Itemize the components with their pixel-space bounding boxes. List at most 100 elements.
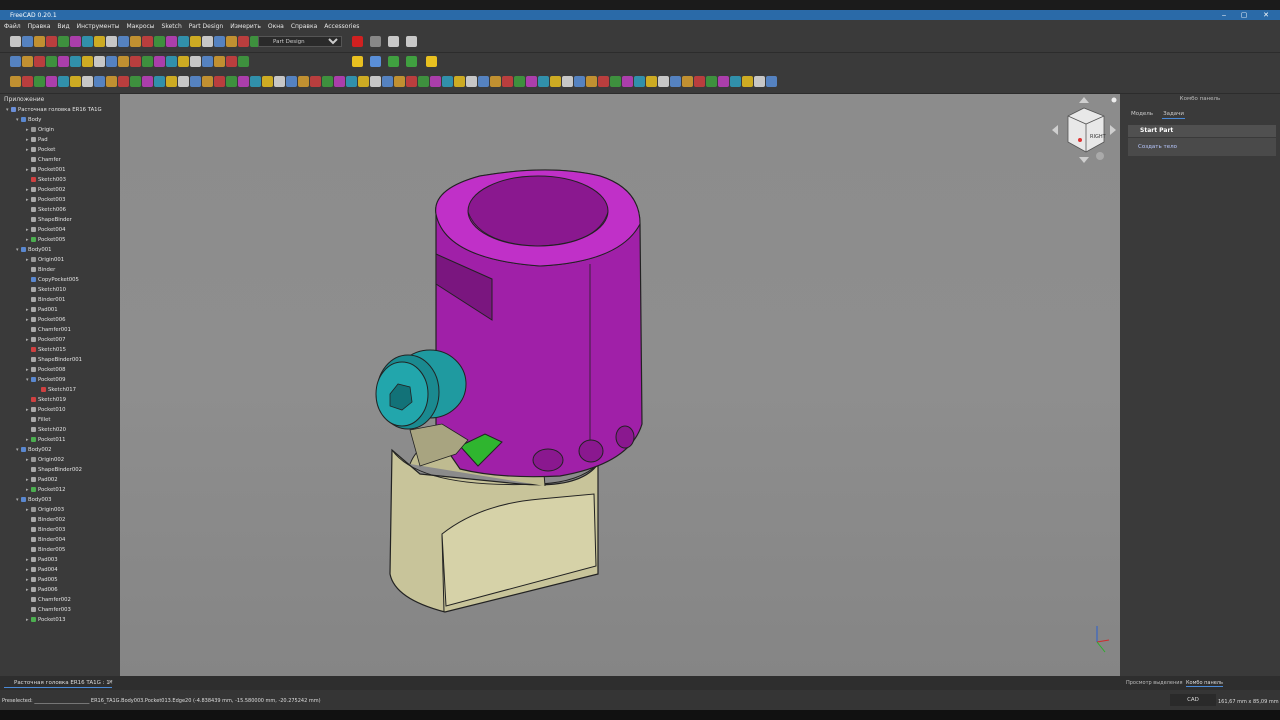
tree-item[interactable]: ▾ Расточная головка ER16 TA1G <box>6 105 102 115</box>
pad-icon <box>31 557 36 562</box>
tree-item[interactable]: ▸ Pocket005 <box>26 235 65 245</box>
close-button[interactable]: ✕ <box>1256 10 1276 20</box>
binder-icon <box>31 547 36 552</box>
minimize-button[interactable]: ‒ <box>1214 10 1234 20</box>
menu-item-10[interactable]: Accessories <box>324 23 359 30</box>
tree-item[interactable]: ▾ Body <box>16 115 41 125</box>
create-body-link[interactable]: Создать тело <box>1138 144 1177 150</box>
tree-item[interactable]: Binder003 <box>26 525 65 535</box>
tree-item-label: Body002 <box>28 447 52 453</box>
tree-item[interactable]: Binder005 <box>26 545 65 555</box>
tree-item[interactable]: ▸ Pad003 <box>26 555 58 565</box>
tree-item[interactable]: Chamfer002 <box>26 595 71 605</box>
tree-item[interactable]: Sketch015 <box>26 345 66 355</box>
tree-item[interactable]: Chamfer001 <box>26 325 71 335</box>
tree-item-label: Binder003 <box>38 527 66 533</box>
pad-icon <box>31 587 36 592</box>
menu-item-8[interactable]: Окна <box>268 23 284 30</box>
menu-item-0[interactable]: Файл <box>4 23 21 30</box>
tree-item[interactable]: ▸ Pocket002 <box>26 185 65 195</box>
tree-item[interactable]: ▾ Pocket009 <box>26 375 65 385</box>
navigation-style-button[interactable]: CAD <box>1170 694 1216 706</box>
tab-combo-panel[interactable]: Комбо панель <box>1186 680 1223 687</box>
tree-item-label: Binder001 <box>38 297 66 303</box>
tab-model[interactable]: Модель <box>1130 110 1154 119</box>
tab-selection-view[interactable]: Просмотр выделения <box>1126 680 1182 686</box>
tree-item[interactable]: Fillet <box>26 415 50 425</box>
pocket-icon <box>31 237 36 242</box>
tree-item[interactable]: ShapeBinder001 <box>26 355 82 365</box>
menu-item-9[interactable]: Справка <box>291 23 317 30</box>
tree-item-label: Chamfer <box>38 157 61 163</box>
tree-item[interactable]: ▸ Pocket <box>26 145 55 155</box>
tree-item[interactable]: ▾ Body002 <box>16 445 51 455</box>
tree-item-label: ShapeBinder001 <box>38 357 82 363</box>
tree-item-label: Pad002 <box>38 477 58 483</box>
document-tab[interactable]: Расточная головка ER16 TA1G : 1* <box>4 678 113 688</box>
tree-item[interactable]: ▸ Pad006 <box>26 585 58 595</box>
tree-item[interactable]: ▸ Pocket007 <box>26 335 65 345</box>
tree-item[interactable]: Binder001 <box>26 295 65 305</box>
tree-item[interactable]: ▸ Origin003 <box>26 505 64 515</box>
tree-item[interactable]: Chamfer003 <box>26 605 71 615</box>
menu-item-1[interactable]: Правка <box>28 23 51 30</box>
tree-item[interactable]: ▸ Pocket012 <box>26 485 65 495</box>
tree-item[interactable]: Sketch003 <box>26 175 66 185</box>
tree-item[interactable]: ▸ Pad004 <box>26 565 58 575</box>
tree-item[interactable]: CopyPocket005 <box>26 275 79 285</box>
navigation-cube[interactable]: RIGHT <box>1046 94 1126 174</box>
tree-item[interactable]: ▸ Pocket006 <box>26 315 65 325</box>
menu-item-5[interactable]: Sketch <box>162 23 182 30</box>
menu-item-6[interactable]: Part Design <box>189 23 223 30</box>
tree-item[interactable]: Sketch017 <box>36 385 76 395</box>
tree-item-label: Sketch019 <box>38 397 66 403</box>
tree-item[interactable]: Binder004 <box>26 535 65 545</box>
tree-item[interactable]: ▸ Origin002 <box>26 455 64 465</box>
tree-item[interactable]: ▸ Pad002 <box>26 475 58 485</box>
tree-item[interactable]: ▸ Pocket013 <box>26 615 65 625</box>
chamfer-icon <box>31 157 36 162</box>
tree-item-label: Pocket009 <box>38 377 66 383</box>
tree-item[interactable]: ▸ Pocket003 <box>26 195 65 205</box>
tree-item[interactable]: ▸ Pocket004 <box>26 225 65 235</box>
tree-item-label: Pocket004 <box>38 227 66 233</box>
tree-item[interactable]: ▸ Pocket001 <box>26 165 65 175</box>
tree-item[interactable]: ▸ Pocket011 <box>26 435 65 445</box>
3d-viewport[interactable]: RIGHT <box>120 94 1120 676</box>
tree-item[interactable]: ShapeBinder <box>26 215 72 225</box>
menu-item-3[interactable]: Инструменты <box>77 23 120 30</box>
close-tab-icon[interactable]: ✕ <box>108 679 113 686</box>
tree-item[interactable]: ▾ Body001 <box>16 245 51 255</box>
tree-item-label: Pocket006 <box>38 317 66 323</box>
tree-item[interactable]: Binder002 <box>26 515 65 525</box>
tree-item-label: Body <box>28 117 42 123</box>
preselection-status: Preselected: ______________________ ER16… <box>2 698 321 704</box>
tree-item[interactable]: ShapeBinder002 <box>26 465 82 475</box>
tree-item[interactable]: Chamfer <box>26 155 61 165</box>
tree-item[interactable]: ▸ Pocket008 <box>26 365 65 375</box>
tree-item-label: Pad004 <box>38 567 58 573</box>
maximize-button[interactable]: ▢ <box>1234 10 1254 20</box>
tree-item[interactable]: ▸ Pad001 <box>26 305 58 315</box>
pocket-icon <box>31 187 36 192</box>
workbench-selector[interactable]: Part Design <box>258 36 342 47</box>
tree-item[interactable]: Sketch020 <box>26 425 66 435</box>
tree-item[interactable]: Sketch010 <box>26 285 66 295</box>
tree-item[interactable]: ▸ Origin <box>26 125 54 135</box>
tree-item[interactable]: ▸ Pocket010 <box>26 405 65 415</box>
menu-item-4[interactable]: Макросы <box>127 23 155 30</box>
menu-item-7[interactable]: Измерить <box>230 23 261 30</box>
binder-icon <box>31 517 36 522</box>
tree-item-label: ShapeBinder <box>38 217 72 223</box>
tree-item[interactable]: Binder <box>26 265 55 275</box>
tree-item-label: Fillet <box>38 417 51 423</box>
tree-item[interactable]: Sketch006 <box>26 205 66 215</box>
tree-item[interactable]: ▸ Pad <box>26 135 48 145</box>
3d-model-view <box>375 169 643 613</box>
tab-tasks[interactable]: Задачи <box>1162 110 1185 119</box>
tree-item[interactable]: ▸ Pad005 <box>26 575 58 585</box>
tree-item[interactable]: ▸ Origin001 <box>26 255 64 265</box>
tree-item[interactable]: ▾ Body003 <box>16 495 51 505</box>
tree-item[interactable]: Sketch019 <box>26 395 66 405</box>
menu-item-2[interactable]: Вид <box>57 23 69 30</box>
